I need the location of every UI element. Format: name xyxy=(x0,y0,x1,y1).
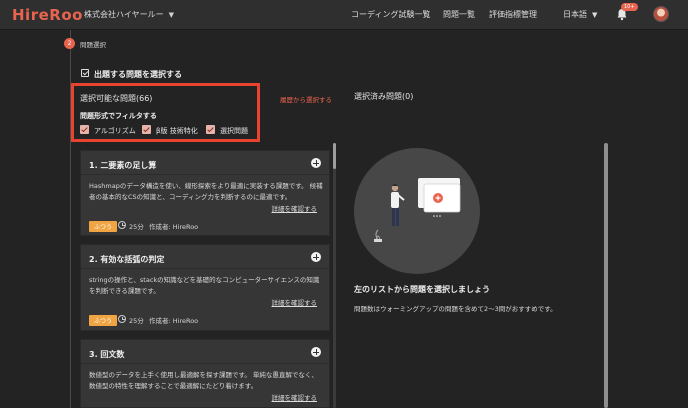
difficulty-badge: ふつう xyxy=(89,315,118,326)
clock-icon xyxy=(118,315,126,323)
company-selector[interactable]: 株式会社ハイヤールー ▼ xyxy=(84,9,174,20)
language-selector[interactable]: 日本語 ▼ xyxy=(563,9,597,20)
empty-state-description: 問題数はウォーミングアップの問題を含めて2〜3問がおすすめです。 xyxy=(354,305,557,313)
question-card[interactable]: 1. 二要素の足し算 Hashmapのデータ構造を使い、線形探索をより最適に実装… xyxy=(80,150,330,236)
nav-coding-tests[interactable]: コーディング試験一覧 xyxy=(351,9,430,20)
question-title: 2. 有効な括弧の判定 xyxy=(89,255,165,264)
hireroo-logo[interactable]: HireRoo xyxy=(12,6,83,24)
clock-icon xyxy=(118,221,126,229)
divider xyxy=(81,174,329,175)
selected-list-scrollbar[interactable] xyxy=(604,143,608,408)
add-question-icon[interactable] xyxy=(311,158,321,168)
question-list-scrollbar[interactable] xyxy=(333,143,336,408)
select-from-history-link[interactable]: 履歴から選択する xyxy=(280,94,332,104)
selected-questions-label: 選択済み問題(0) xyxy=(354,92,414,101)
question-title: 3. 回文数 xyxy=(89,350,125,359)
time-estimate: 25分 xyxy=(129,223,144,231)
section-title: 出題する問題を選択する xyxy=(94,70,182,79)
step-label: 問題選択 xyxy=(80,41,106,49)
nav-questions[interactable]: 問題一覧 xyxy=(443,9,475,20)
difficulty-badge: ふつう xyxy=(89,221,118,232)
caret-down-icon: ▼ xyxy=(168,11,174,19)
step-number: 2 xyxy=(64,38,75,49)
question-card[interactable]: 3. 回文数 数値型のデータを上手く使用し最適解を探す課題です。 単純な愚直解で… xyxy=(80,339,330,408)
checklist-icon xyxy=(81,69,89,77)
empty-state-illustration xyxy=(354,148,480,274)
person-with-screen-illustration xyxy=(374,178,461,242)
empty-state-title: 左のリストから問題を選択しましょう xyxy=(354,285,490,294)
divider xyxy=(81,268,329,269)
view-details-link[interactable]: 詳細を確認する xyxy=(272,297,318,307)
question-description: 数値型のデータを上手く使用し最適解を探す課題です。 単純な愚直解でなく、数値型の… xyxy=(89,371,318,390)
company-name: 株式会社ハイヤールー xyxy=(84,10,164,19)
author-label: 作成者: HireRoo xyxy=(149,317,199,325)
caret-down-icon: ▼ xyxy=(592,11,598,19)
question-title: 1. 二要素の足し算 xyxy=(89,161,157,170)
view-details-link[interactable]: 詳細を確認する xyxy=(272,392,318,402)
time-estimate: 25分 xyxy=(129,317,144,325)
highlight-annotation-box xyxy=(71,83,260,142)
nav-evaluation-metrics[interactable]: 評価指標管理 xyxy=(489,9,537,20)
notification-badge: 10+ xyxy=(621,3,638,11)
top-navigation-bar: HireRoo 株式会社ハイヤールー ▼ コーディング試験一覧 問題一覧 評価指標… xyxy=(0,0,688,30)
divider xyxy=(81,363,329,364)
language-label: 日本語 xyxy=(563,10,587,19)
view-details-link[interactable]: 詳細を確認する xyxy=(272,203,318,213)
question-card[interactable]: 2. 有効な括弧の判定 stringの操作と、stackの知識などを基礎的なコン… xyxy=(80,244,330,331)
avatar[interactable] xyxy=(653,6,669,22)
question-description: Hashmapのデータ構造を使い、線形探索をより最適に実装する課題です。 候補者… xyxy=(89,182,323,201)
add-question-icon[interactable] xyxy=(311,347,321,357)
author-label: 作成者: HireRoo xyxy=(149,223,199,231)
add-question-icon[interactable] xyxy=(311,252,321,262)
question-list-scroll-thumb[interactable] xyxy=(333,143,336,169)
question-description: stringの操作と、stackの知識などを基礎的なコンピューターサイエンスの知… xyxy=(89,276,320,295)
